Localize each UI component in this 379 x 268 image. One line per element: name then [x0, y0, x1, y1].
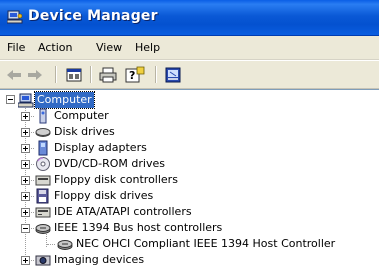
tree-item-label: NEC OHCI Compliant IEEE 1394 Host Contro…	[76, 237, 336, 250]
tree-root-computer[interactable]: Computer	[0, 91, 379, 109]
forward-arrow-icon	[28, 69, 42, 80]
print-button[interactable]	[98, 65, 118, 84]
scan-hardware-button[interactable]	[163, 65, 183, 84]
ide-controller-icon	[35, 207, 51, 218]
tree-item-imaging-devices[interactable]: Imaging devices	[0, 252, 379, 268]
properties-button[interactable]	[64, 65, 84, 84]
computer-icon	[18, 93, 34, 108]
properties-icon	[66, 68, 82, 81]
tree-item-ide-ata-atapi-controllers[interactable]: IDE ATA/ATAPI controllers	[0, 204, 379, 220]
expand-toggle[interactable]	[21, 160, 30, 169]
disk-drive-icon	[35, 128, 51, 137]
collapse-toggle[interactable]	[6, 95, 15, 104]
device-manager-window: Device Manager File Action View Help ? C…	[0, 0, 379, 268]
tree-item-label: Computer	[54, 109, 109, 122]
expand-toggle[interactable]	[21, 256, 30, 265]
tree-item-label: Imaging devices	[54, 253, 145, 266]
expand-toggle[interactable]	[21, 176, 30, 185]
collapse-toggle[interactable]	[21, 224, 30, 233]
title-bar[interactable]: Device Manager	[0, 0, 379, 36]
menu-bar: File Action View Help	[0, 36, 379, 60]
imaging-device-icon	[35, 255, 51, 266]
back-button[interactable]	[5, 65, 23, 84]
device-tree: Computer Computer Disk drives Display ad…	[0, 89, 379, 268]
tree-item-disk-drives[interactable]: Disk drives	[0, 124, 379, 140]
menu-help[interactable]: Help	[135, 41, 160, 54]
expand-toggle[interactable]	[21, 144, 30, 153]
svg-text:?: ?	[129, 69, 135, 82]
expand-toggle[interactable]	[21, 128, 30, 137]
menu-view[interactable]: View	[96, 41, 122, 54]
tree-root-label: Computer	[34, 91, 95, 109]
tree-item-dvd-cdrom-drives[interactable]: DVD/CD-ROM drives	[0, 156, 379, 172]
tree-item-label: DVD/CD-ROM drives	[54, 157, 165, 170]
tree-item-floppy-disk-drives[interactable]: Floppy disk drives	[0, 188, 379, 204]
tree-connector-line	[47, 244, 55, 245]
expand-toggle[interactable]	[21, 192, 30, 201]
ieee1394-icon	[57, 240, 73, 250]
tree-item-label: IEEE 1394 Bus host controllers	[54, 221, 223, 234]
toolbar: ?	[0, 60, 379, 89]
back-arrow-icon	[7, 69, 21, 80]
forward-button[interactable]	[26, 65, 44, 84]
tree-item-display-adapters[interactable]: Display adapters	[0, 140, 379, 156]
computer-icon	[39, 108, 47, 124]
tree-item-label: Disk drives	[54, 125, 115, 138]
tree-item-label: Floppy disk controllers	[54, 173, 178, 186]
help-icon: ?	[125, 66, 145, 83]
window-title: Device Manager	[28, 8, 158, 24]
toolbar-separator	[55, 66, 57, 83]
expand-toggle[interactable]	[21, 112, 30, 121]
print-icon	[99, 67, 117, 82]
tree-item-computer[interactable]: Computer	[0, 108, 379, 124]
tree-item-label: IDE ATA/ATAPI controllers	[54, 205, 192, 218]
tree-item-ieee-1394-bus-host-controllers[interactable]: IEEE 1394 Bus host controllers	[0, 220, 379, 236]
toolbar-separator	[155, 66, 157, 83]
menu-file[interactable]: File	[7, 41, 25, 54]
device-manager-app-icon	[7, 10, 23, 24]
scan-hardware-icon	[165, 67, 181, 82]
tree-item-label: Display adapters	[54, 141, 147, 154]
dvd-drive-icon	[36, 157, 50, 171]
tree-item-floppy-disk-controllers[interactable]: Floppy disk controllers	[0, 172, 379, 188]
menu-action[interactable]: Action	[38, 41, 72, 54]
ieee1394-icon	[35, 224, 51, 234]
expand-toggle[interactable]	[21, 208, 30, 217]
tree-item-nec-ohci-host-controller[interactable]: NEC OHCI Compliant IEEE 1394 Host Contro…	[0, 236, 379, 252]
floppy-drive-icon	[36, 188, 49, 204]
help-button[interactable]: ?	[124, 65, 146, 84]
display-adapter-icon	[38, 140, 48, 156]
floppy-controller-icon	[35, 175, 51, 186]
toolbar-separator	[90, 66, 92, 83]
tree-item-label: Floppy disk drives	[54, 189, 154, 202]
